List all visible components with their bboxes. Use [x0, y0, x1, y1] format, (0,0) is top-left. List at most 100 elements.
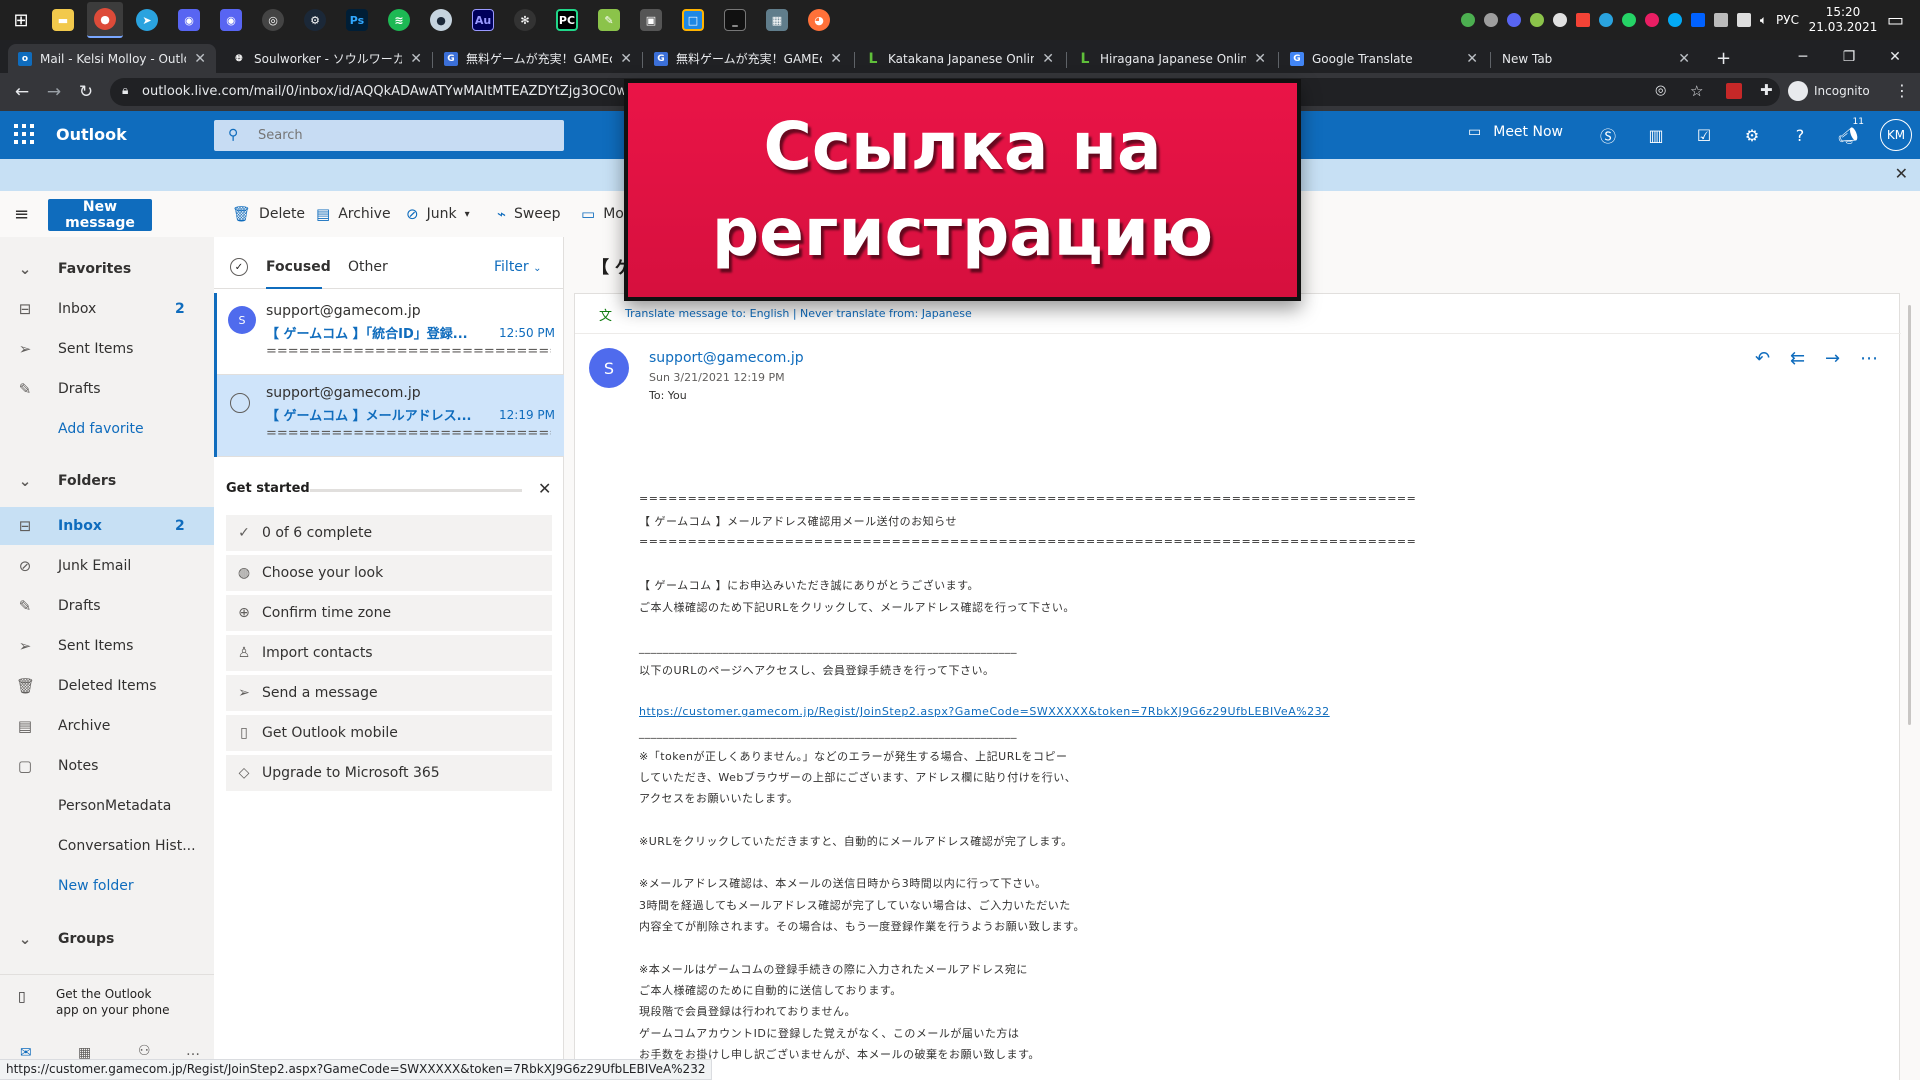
tray-app-icon[interactable] — [1575, 13, 1590, 27]
tab-hiragana[interactable]: L Hiragana Japanese Online K ✕ — [1068, 44, 1276, 73]
folder-deleted-items[interactable]: 🗑︎ Deleted Items — [0, 667, 214, 705]
new-message-button[interactable]: New message — [48, 199, 152, 231]
close-tab-icon[interactable]: ✕ — [1254, 51, 1266, 67]
new-tab-button[interactable]: + — [1706, 44, 1736, 73]
groups-header[interactable]: ⌄ Groups — [0, 920, 214, 958]
favorite-inbox[interactable]: ⊟ Inbox 2 — [0, 290, 214, 328]
junk-button[interactable]: ⊘ Junk ▾ — [406, 205, 470, 223]
outlook-brand[interactable]: Outlook — [56, 125, 127, 144]
discord-icon[interactable]: ◉ — [171, 2, 207, 38]
skype-icon[interactable]: Ⓢ — [1596, 123, 1620, 147]
tray-dropbox-icon[interactable] — [1690, 13, 1705, 27]
volume-icon[interactable]: 🔈︎ — [1760, 13, 1767, 28]
choose-your-look-item[interactable]: ◍ Choose your look — [226, 555, 552, 591]
terminal-icon[interactable]: _ — [717, 2, 753, 38]
tab-google-translate[interactable]: G Google Translate ✕ — [1280, 44, 1488, 73]
people-icon[interactable]: ⚇ — [138, 1043, 151, 1059]
office-icon[interactable]: ▥ — [1644, 123, 1668, 147]
tab-outlook[interactable]: o Mail - Kelsi Molloy - Outlook ✕ — [8, 44, 216, 73]
tray-app-icon[interactable] — [1667, 13, 1682, 27]
notification-icon[interactable]: ▭ — [1887, 10, 1904, 31]
my-day-icon[interactable]: ☑ — [1692, 123, 1716, 147]
delete-button[interactable]: 🗑︎ Delete — [232, 205, 305, 223]
sender-avatar[interactable]: S — [589, 348, 629, 388]
photoshop-icon[interactable]: Ps — [339, 2, 375, 38]
whats-new-icon[interactable]: 📣︎ 11 — [1836, 117, 1864, 147]
language-indicator[interactable]: РУС — [1776, 13, 1799, 27]
send-a-message-item[interactable]: ➢ Send a message — [226, 675, 552, 711]
import-contacts-item[interactable]: ♙ Import contacts — [226, 635, 552, 671]
folder-notes[interactable]: ▢ Notes — [0, 747, 214, 785]
app-window-icon[interactable]: ▣ — [633, 2, 669, 38]
telegram-icon[interactable]: ➤ — [129, 2, 165, 38]
registration-link[interactable]: https://customer.gamecom.jp/Regist/JoinS… — [639, 705, 1330, 718]
close-tab-icon[interactable]: ✕ — [1466, 51, 1478, 67]
bookmark-star-icon[interactable]: ☆ — [1690, 82, 1703, 100]
more-actions-icon[interactable]: ⋯ — [1860, 348, 1878, 369]
folder-archive[interactable]: ▤ Archive — [0, 707, 214, 745]
forward-icon[interactable]: → — [1825, 348, 1840, 369]
help-icon[interactable]: ? — [1788, 123, 1812, 147]
tray-discord-icon[interactable] — [1506, 13, 1521, 27]
favorite-drafts[interactable]: ✎ Drafts — [0, 370, 214, 408]
restore-button[interactable]: ❐ — [1826, 40, 1872, 73]
forward-icon[interactable]: → — [42, 80, 66, 104]
tray-app-icon[interactable] — [1529, 13, 1544, 27]
close-icon[interactable]: ✕ — [538, 479, 551, 498]
app-icon[interactable]: □ — [675, 2, 711, 38]
search-input[interactable] — [258, 120, 548, 151]
discord-icon[interactable]: ◉ — [213, 2, 249, 38]
back-icon[interactable]: ← — [10, 80, 34, 104]
tab-katakana[interactable]: L Katakana Japanese Online K ✕ — [856, 44, 1064, 73]
scrollbar-thumb[interactable] — [1908, 305, 1911, 725]
unity-icon[interactable]: ◎ — [255, 2, 291, 38]
sender-address[interactable]: support@gamecom.jp — [649, 350, 804, 366]
tray-telegram-icon[interactable] — [1598, 13, 1613, 27]
folder-conversation-history[interactable]: Conversation Hist... — [0, 827, 214, 865]
lock-icon[interactable]: 🔒︎ — [122, 83, 128, 98]
more-apps-icon[interactable]: … — [186, 1043, 200, 1059]
tab-gamecom[interactable]: G 無料ゲームが充実！GAMEcom ✕ — [644, 44, 852, 73]
spotify-icon[interactable]: ≋ — [381, 2, 417, 38]
translate-link[interactable]: Translate message to: English | Never tr… — [625, 307, 972, 320]
settings-icon[interactable]: ⚙ — [1740, 123, 1764, 147]
sweep-button[interactable]: ⌁ Sweep — [497, 205, 560, 223]
steam-icon[interactable]: ⚙ — [297, 2, 333, 38]
tab-gamecom[interactable]: G 無料ゲームが充実！GAMEcom ✕ — [434, 44, 642, 73]
folder-inbox[interactable]: ⊟ Inbox 2 — [0, 507, 214, 545]
tray-app-icon[interactable] — [1552, 13, 1567, 27]
minimize-button[interactable]: ─ — [1780, 40, 1826, 73]
close-tab-icon[interactable]: ✕ — [1678, 51, 1690, 67]
message-row[interactable]: S support@gamecom.jp 【 ゲームコム 】「統合ID」登録..… — [214, 293, 564, 375]
extension-badge-icon[interactable] — [1726, 83, 1742, 99]
notepad-icon[interactable]: ✎ — [591, 2, 627, 38]
close-window-button[interactable]: ✕ — [1872, 40, 1918, 73]
folder-drafts[interactable]: ✎ Drafts — [0, 587, 214, 625]
get-outlook-mobile-item[interactable]: ▯ Get Outlook mobile — [226, 715, 552, 751]
image-app-icon[interactable]: ▦ — [759, 2, 795, 38]
select-all-checkbox[interactable]: ✓ — [230, 258, 248, 276]
folder-personmetadata[interactable]: PersonMetadata — [0, 787, 214, 825]
archive-button[interactable]: ▤ Archive — [316, 205, 391, 223]
file-explorer-icon[interactable]: ▬ — [45, 2, 81, 38]
reply-icon[interactable]: ↶ — [1755, 348, 1770, 369]
message-row[interactable]: support@gamecom.jp 【 ゲームコム 】メールアドレス... 1… — [214, 375, 564, 457]
tray-app-icon[interactable] — [1644, 13, 1659, 27]
folder-junk-email[interactable]: ⊘ Junk Email — [0, 547, 214, 585]
close-tab-icon[interactable]: ✕ — [620, 51, 632, 67]
audition-icon[interactable]: Au — [465, 2, 501, 38]
tab-new-tab[interactable]: New Tab ✕ — [1492, 44, 1700, 73]
confirm-time-zone-item[interactable]: ⊕ Confirm time zone — [226, 595, 552, 631]
meet-now-button[interactable]: ▭ Meet Now — [1468, 124, 1563, 140]
folders-header[interactable]: ⌄ Folders — [0, 462, 214, 500]
close-tab-icon[interactable]: ✕ — [830, 51, 842, 67]
reply-all-icon[interactable]: ⇇ — [1790, 348, 1805, 369]
davinci-icon[interactable]: ✻ — [507, 2, 543, 38]
tab-focused[interactable]: Focused — [266, 259, 331, 275]
account-avatar[interactable]: KM — [1880, 119, 1912, 151]
close-icon[interactable]: ✕ — [1895, 164, 1908, 183]
start-icon[interactable]: ⊞ — [3, 2, 39, 38]
close-tab-icon[interactable]: ✕ — [194, 51, 206, 67]
app-launcher-icon[interactable] — [14, 124, 34, 144]
steam-icon[interactable]: ● — [423, 2, 459, 38]
